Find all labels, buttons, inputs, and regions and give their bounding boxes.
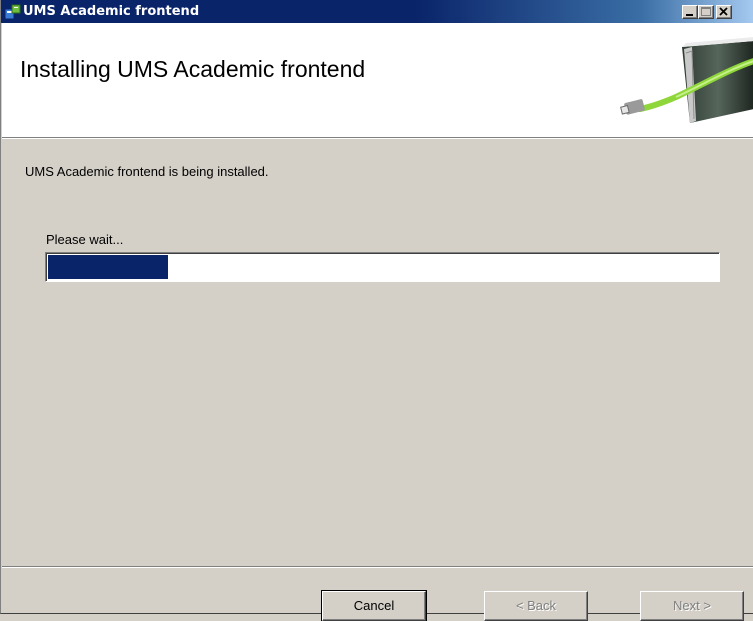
installer-window: UMS Academic frontend Installing UMS Aca… — [0, 0, 753, 621]
header-banner: Installing UMS Academic frontend — [2, 23, 753, 137]
window-title: UMS Academic frontend — [23, 4, 200, 19]
progress-fill — [48, 255, 168, 279]
back-button[interactable]: < Back — [484, 591, 588, 621]
install-progress-bar — [45, 252, 720, 282]
close-icon — [719, 7, 728, 16]
maximize-icon — [701, 7, 711, 16]
wait-label: Please wait... — [46, 232, 124, 247]
footer-divider-highlight — [2, 567, 753, 568]
next-button[interactable]: Next > — [640, 591, 744, 621]
minimize-button[interactable] — [682, 5, 698, 19]
minimize-icon — [686, 14, 693, 16]
installer-icon — [4, 4, 21, 20]
header-divider-highlight — [2, 138, 753, 139]
maximize-button[interactable] — [698, 5, 714, 19]
cancel-button[interactable]: Cancel — [321, 590, 427, 621]
status-message: UMS Academic frontend is being installed… — [25, 164, 269, 179]
book-usb-cable-graphic — [620, 37, 753, 123]
close-button[interactable] — [716, 5, 732, 19]
page-title: Installing UMS Academic frontend — [20, 56, 366, 82]
title-bar[interactable]: UMS Academic frontend — [1, 0, 753, 23]
